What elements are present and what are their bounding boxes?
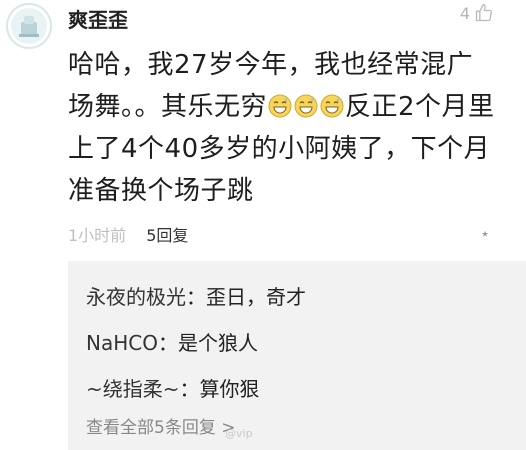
grin-sweat-emoji-icon: [268, 89, 292, 118]
view-all-replies-link[interactable]: 查看全部5条回复 >: [86, 413, 235, 438]
reply-item[interactable]: 永夜的极光：歪日，奇才: [86, 281, 306, 310]
thumbs-up-icon: [475, 3, 493, 22]
reply-author[interactable]: 永夜的极光: [86, 285, 186, 309]
grin-sweat-emoji-icon: [320, 89, 344, 118]
reply-text: 歪日，奇才: [206, 285, 306, 309]
reply-item[interactable]: ~绕指柔~：算你狠: [86, 373, 260, 402]
reply-author[interactable]: NaHCO: [86, 331, 158, 355]
reply-count-button[interactable]: 5回复: [146, 222, 188, 246]
reply-author[interactable]: ~绕指柔~: [86, 377, 180, 401]
comment-meta: 1小时前 5回复 ⋆: [68, 222, 498, 246]
reply-separator: ：: [186, 285, 206, 309]
username[interactable]: 爽歪歪: [68, 4, 128, 33]
comment-text: 哈哈，我27岁今年，我也经常混广场舞。。其乐无穷 反正2个月里上了4个40多岁的小…: [68, 44, 498, 212]
reply-text: 是个狼人: [177, 331, 258, 355]
grin-sweat-emoji-icon: [294, 89, 318, 118]
replies-panel: 永夜的极光：歪日，奇才 NaHCO：是个狼人 ~绕指柔~：算你狠 查看全部5条回…: [68, 261, 526, 450]
avatar-image-icon: [11, 8, 47, 44]
reply-text: 算你狠: [199, 377, 260, 401]
comment-time: 1小时前: [68, 226, 127, 245]
watermark: @vip: [225, 427, 253, 440]
reply-item[interactable]: NaHCO：是个狼人: [86, 327, 258, 356]
reply-separator: ：: [179, 377, 200, 401]
reply-separator: ：: [157, 331, 178, 355]
avatar[interactable]: [6, 3, 52, 49]
like-button[interactable]: 4: [460, 3, 494, 23]
like-count: 4: [459, 3, 470, 23]
more-options-icon[interactable]: ⋆: [480, 224, 490, 243]
